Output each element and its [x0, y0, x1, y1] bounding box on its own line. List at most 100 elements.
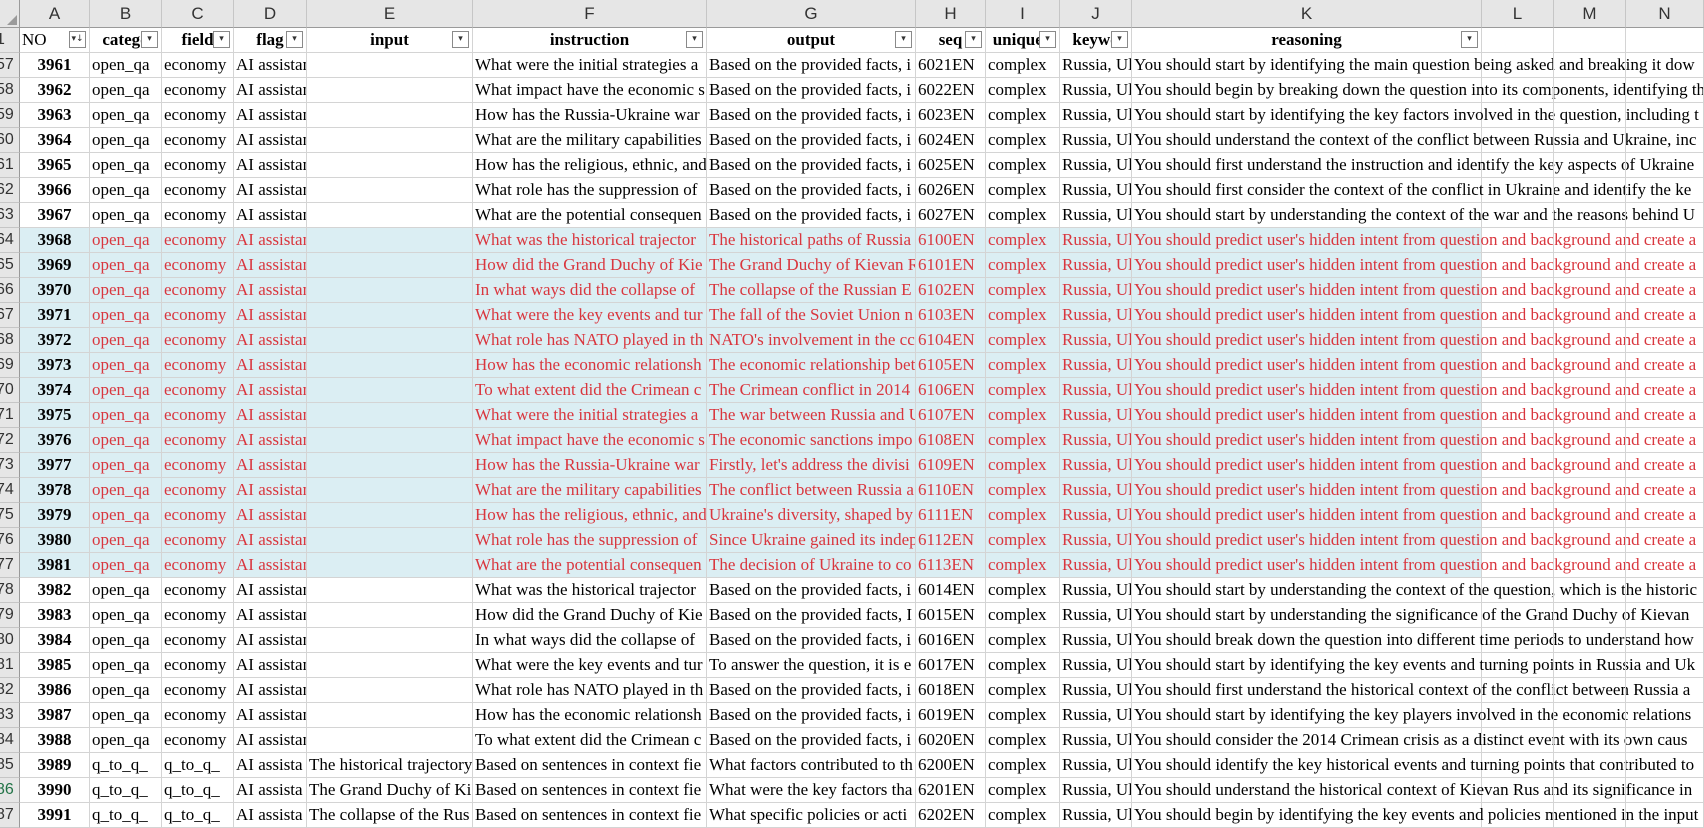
instruction-cell[interactable]: What role has the suppression of: [473, 178, 707, 203]
field-cell[interactable]: economy: [162, 78, 234, 103]
seq-cell[interactable]: 6104EN: [916, 328, 986, 353]
field-cell[interactable]: economy: [162, 203, 234, 228]
header-field[interactable]: field ▾: [162, 28, 234, 53]
empty-cell[interactable]: [1482, 78, 1554, 103]
uniqueness-cell[interactable]: complex: [986, 103, 1060, 128]
flag-cell[interactable]: AI assistant: [234, 278, 307, 303]
empty-cell[interactable]: [1626, 128, 1704, 153]
seq-cell[interactable]: 6017EN: [916, 653, 986, 678]
filter-dropdown-icon[interactable]: ▾: [1111, 31, 1128, 48]
keywords-cell[interactable]: Russia, Ul: [1060, 128, 1132, 153]
column-header-k[interactable]: K: [1132, 0, 1482, 28]
input-cell[interactable]: The Grand Duchy of Ki: [307, 778, 473, 803]
seq-cell[interactable]: 6201EN: [916, 778, 986, 803]
empty-cell[interactable]: [1626, 578, 1704, 603]
category-cell[interactable]: open_qa: [90, 378, 162, 403]
seq-cell[interactable]: 6111EN: [916, 503, 986, 528]
field-cell[interactable]: economy: [162, 503, 234, 528]
reasoning-cell[interactable]: You should consider the 2014 Crimean cri…: [1132, 728, 1688, 753]
input-cell[interactable]: [307, 378, 473, 403]
input-cell[interactable]: [307, 53, 473, 78]
reasoning-cell[interactable]: You should predict user's hidden intent …: [1132, 378, 1696, 403]
empty-cell[interactable]: [1626, 653, 1704, 678]
filter-dropdown-icon[interactable]: ▾: [1461, 31, 1478, 48]
instruction-cell[interactable]: What are the military capabilities: [473, 478, 707, 503]
field-cell[interactable]: economy: [162, 278, 234, 303]
input-cell[interactable]: [307, 478, 473, 503]
output-cell[interactable]: Ukraine's diversity, shaped by: [707, 503, 916, 528]
seq-cell[interactable]: 6202EN: [916, 803, 986, 828]
table-row[interactable]: 3975open_qaeconomyAI assistant What were …: [0, 403, 1704, 428]
header-seq[interactable]: seq ▾: [916, 28, 986, 53]
empty-cell[interactable]: [1482, 328, 1554, 353]
field-cell[interactable]: economy: [162, 528, 234, 553]
category-cell[interactable]: q_to_q_: [90, 753, 162, 778]
empty-cell[interactable]: [1482, 678, 1554, 703]
keywords-cell[interactable]: Russia, Ul: [1060, 378, 1132, 403]
no-cell[interactable]: 3964: [20, 128, 90, 153]
filter-dropdown-icon[interactable]: ▾: [1039, 31, 1056, 48]
input-cell[interactable]: [307, 428, 473, 453]
instruction-cell[interactable]: What role has the suppression of: [473, 528, 707, 553]
field-cell[interactable]: economy: [162, 628, 234, 653]
flag-cell[interactable]: AI assistant: [234, 203, 307, 228]
instruction-cell[interactable]: What was the historical trajector: [473, 228, 707, 253]
no-cell[interactable]: 3982: [20, 578, 90, 603]
field-cell[interactable]: economy: [162, 53, 234, 78]
output-cell[interactable]: Based on the provided facts, i: [707, 728, 916, 753]
no-cell[interactable]: 3961: [20, 53, 90, 78]
instruction-cell[interactable]: What impact have the economic s: [473, 78, 707, 103]
seq-cell[interactable]: 6103EN: [916, 303, 986, 328]
instruction-cell[interactable]: How has the economic relationsh: [473, 353, 707, 378]
field-cell[interactable]: q_to_q_: [162, 803, 234, 828]
field-cell[interactable]: economy: [162, 328, 234, 353]
keywords-cell[interactable]: Russia, Ul: [1060, 778, 1132, 803]
keywords-cell[interactable]: Russia, Ul: [1060, 353, 1132, 378]
output-cell[interactable]: The decision of Ukraine to co: [707, 553, 916, 578]
filter-dropdown-icon[interactable]: ▾: [141, 31, 158, 48]
reasoning-cell[interactable]: You should begin by identifying the key …: [1132, 803, 1698, 828]
flag-cell[interactable]: AI assistant: [234, 353, 307, 378]
input-cell[interactable]: The collapse of the Rus: [307, 803, 473, 828]
field-cell[interactable]: economy: [162, 178, 234, 203]
reasoning-cell[interactable]: You should understand the historical con…: [1132, 778, 1692, 803]
empty-cell[interactable]: [1626, 178, 1704, 203]
table-row[interactable]: 3979open_qaeconomyAI assistant How has th…: [0, 503, 1704, 528]
empty-cell[interactable]: [1554, 153, 1626, 178]
empty-cell[interactable]: [1482, 153, 1554, 178]
empty-cell[interactable]: [1482, 553, 1554, 578]
flag-cell[interactable]: AI assista: [234, 753, 307, 778]
output-cell[interactable]: Based on the provided facts, i: [707, 703, 916, 728]
flag-cell[interactable]: AI assistant: [234, 378, 307, 403]
table-row[interactable]: 3991 q_to_q_ q_to_q_ AI assista The collapse…: [0, 803, 1704, 828]
empty-cell[interactable]: [1554, 728, 1626, 753]
category-cell[interactable]: open_qa: [90, 153, 162, 178]
empty-cell[interactable]: [1626, 353, 1704, 378]
keywords-cell[interactable]: Russia, Ul: [1060, 553, 1132, 578]
empty-cell[interactable]: [1482, 203, 1554, 228]
keywords-cell[interactable]: Russia, Ul: [1060, 628, 1132, 653]
flag-cell[interactable]: AI assistant: [234, 603, 307, 628]
category-cell[interactable]: open_qa: [90, 503, 162, 528]
empty-cell[interactable]: [1554, 428, 1626, 453]
instruction-cell[interactable]: What were the initial strategies a: [473, 403, 707, 428]
empty-cell[interactable]: [1482, 178, 1554, 203]
input-cell[interactable]: [307, 103, 473, 128]
empty-cell[interactable]: [1482, 428, 1554, 453]
output-cell[interactable]: Based on the provided facts, i: [707, 578, 916, 603]
empty-cell[interactable]: [1482, 528, 1554, 553]
reasoning-cell[interactable]: You should predict user's hidden intent …: [1132, 328, 1696, 353]
uniqueness-cell[interactable]: complex: [986, 603, 1060, 628]
seq-cell[interactable]: 6108EN: [916, 428, 986, 453]
input-cell[interactable]: [307, 703, 473, 728]
empty-cell[interactable]: [1482, 403, 1554, 428]
empty-cell[interactable]: [1626, 753, 1704, 778]
keywords-cell[interactable]: Russia, Ul: [1060, 253, 1132, 278]
empty-cell[interactable]: [1626, 428, 1704, 453]
column-header-n[interactable]: N: [1626, 0, 1704, 28]
table-row[interactable]: 3971open_qaeconomyAI assistant What were …: [0, 303, 1704, 328]
column-header-j[interactable]: J: [1060, 0, 1132, 28]
input-cell[interactable]: [307, 628, 473, 653]
instruction-cell[interactable]: In what ways did the collapse of: [473, 278, 707, 303]
empty-cell[interactable]: [1626, 503, 1704, 528]
